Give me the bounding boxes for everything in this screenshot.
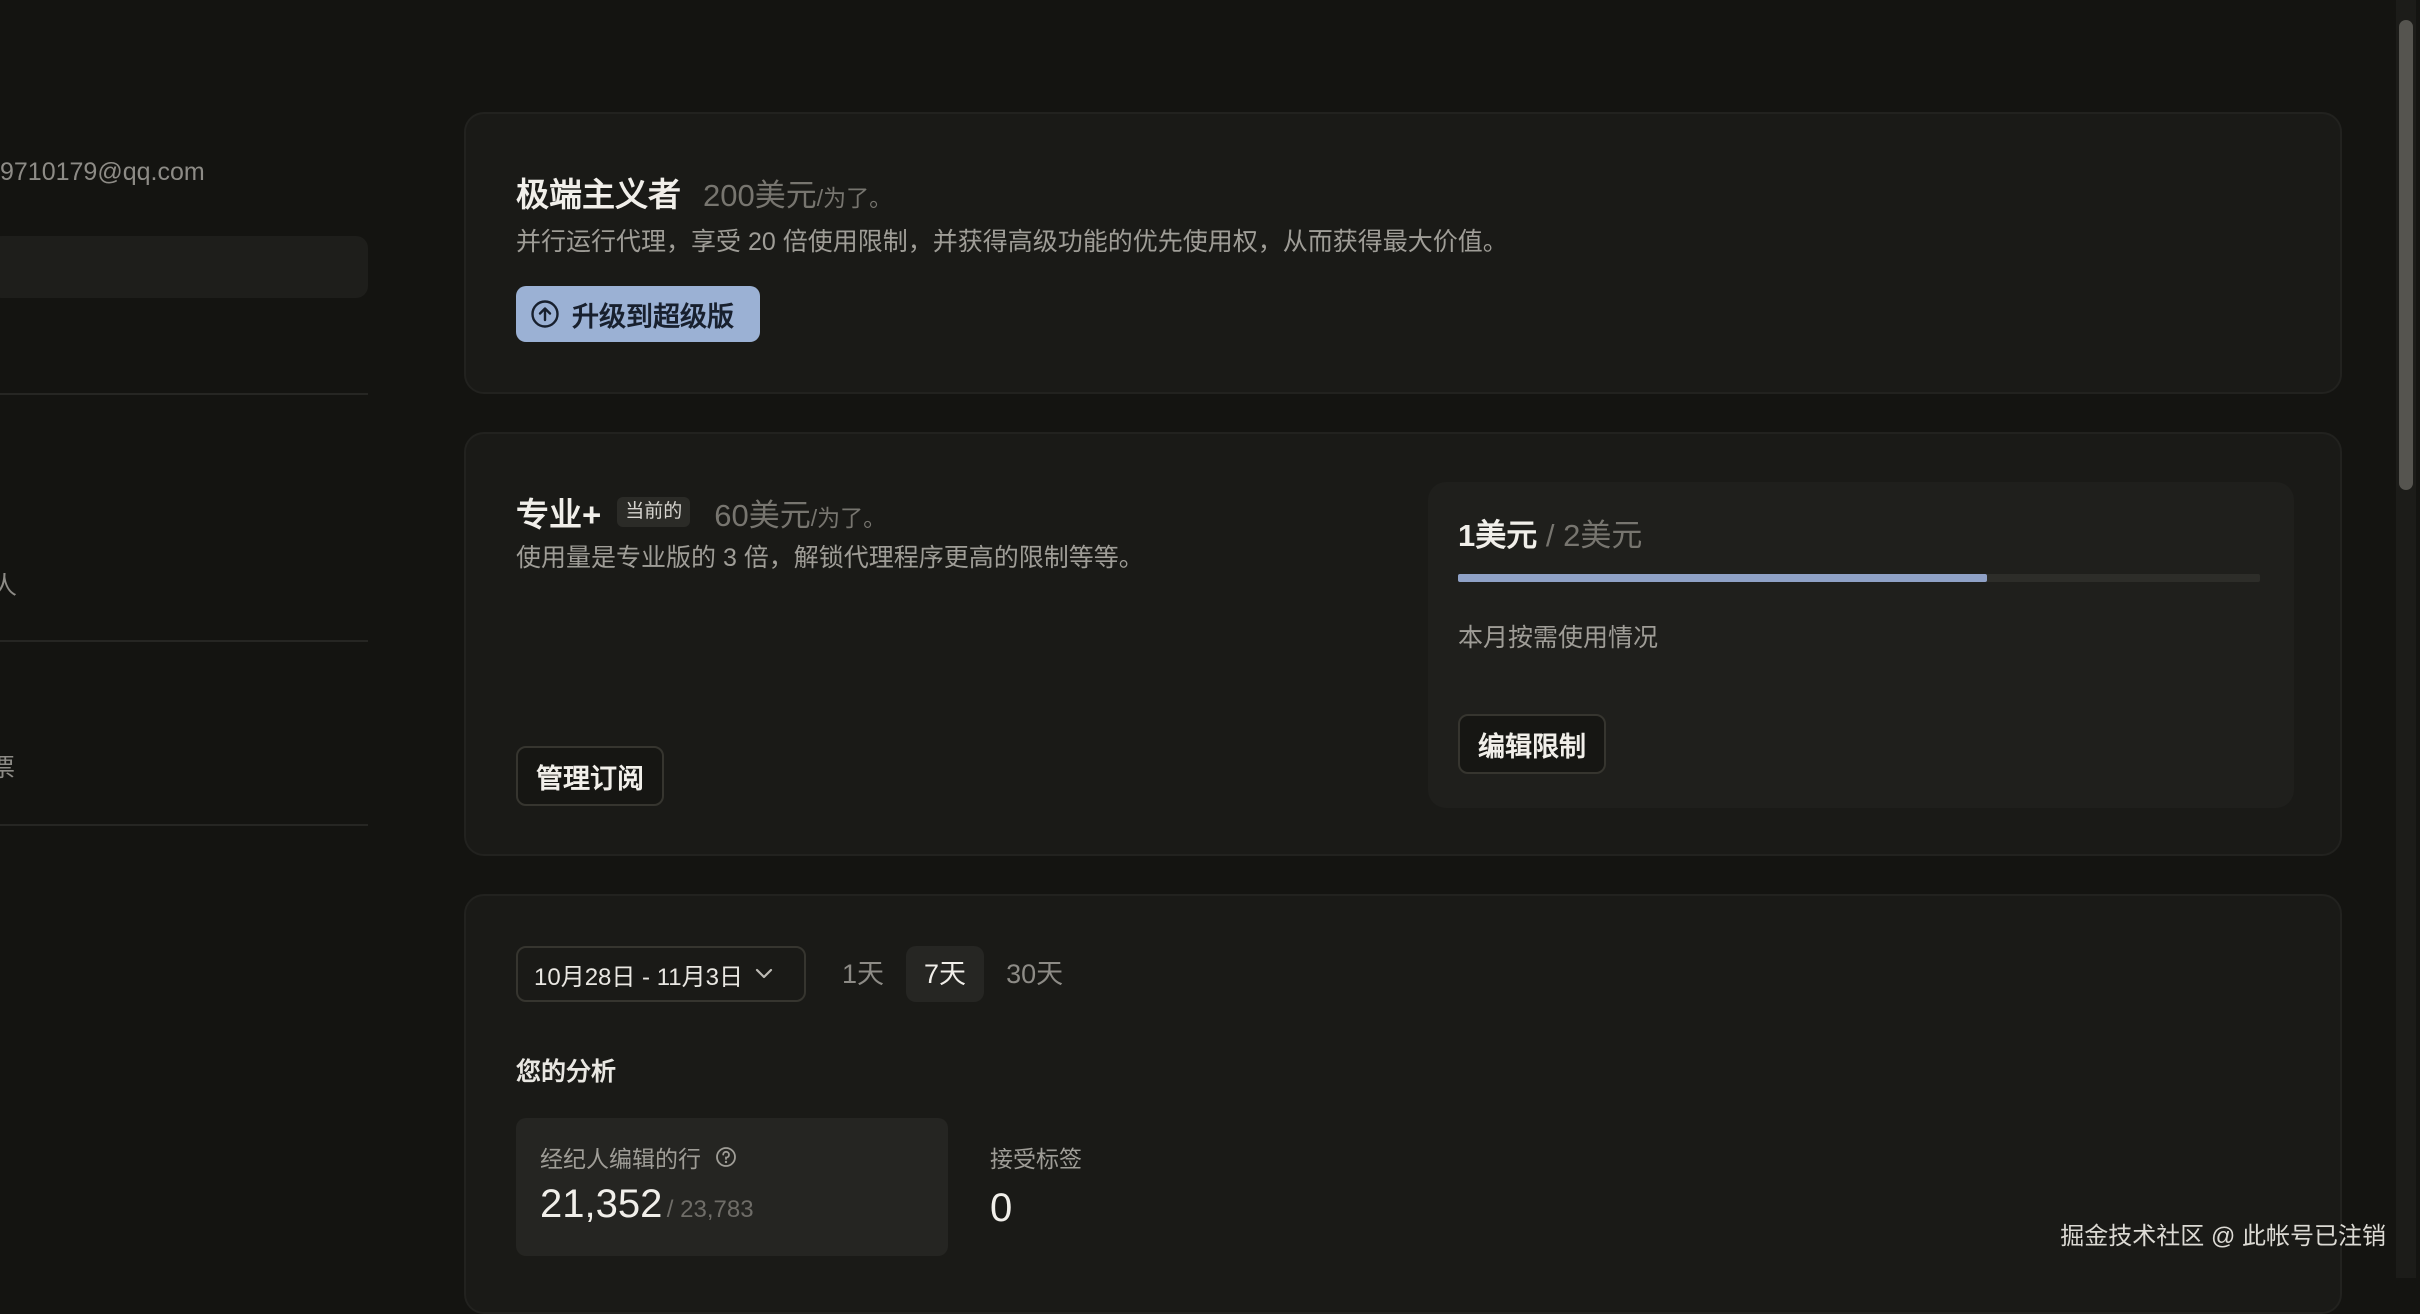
upgrade-to-ultra-button[interactable]: 升级到超级版: [516, 286, 760, 342]
pro-plus-plan-card: 专业+ 当前的 60美元/为了。 使用量是专业版的 3 倍，解锁代理程序更高的限…: [464, 432, 2342, 856]
tab-30-days[interactable]: 30天: [988, 946, 1081, 1002]
usage-progress-fill: [1458, 574, 1988, 582]
account-email: 9710179@qq.com: [0, 158, 205, 186]
usage-progress-bar: [1458, 574, 2260, 582]
chevron-down-icon: [755, 968, 773, 979]
analytics-section-title: 您的分析: [516, 1058, 617, 1086]
plan-title: 专业+: [516, 496, 602, 533]
plan-description: 使用量是专业版的 3 倍，解锁代理程序更高的限制等等。: [516, 544, 1144, 572]
range-tabs: 1天 7天 30天: [824, 946, 1081, 1002]
usage-panel: 1美元 / 2美元 本月按需使用情况 编辑限制: [1428, 482, 2294, 808]
plan-price: 60美元/为了。: [714, 497, 887, 533]
current-plan-badge: 当前的: [617, 497, 691, 527]
sidebar-divider: [0, 824, 368, 826]
analytics-card: 10月28日 - 11月3日 1天 7天 30天 您的分析 经纪人编辑的行 21…: [464, 894, 2342, 1314]
usage-amount: 1美元 / 2美元: [1458, 518, 1643, 553]
tab-1-day[interactable]: 1天: [824, 946, 902, 1002]
date-range-value: 10月28日 - 11月3日: [534, 963, 743, 991]
arrow-up-circle-icon: [531, 300, 559, 328]
help-circle-icon[interactable]: [715, 1146, 737, 1168]
manage-subscription-button[interactable]: 管理订阅: [516, 746, 664, 806]
sidebar-divider: [0, 393, 368, 395]
usage-label: 本月按需使用情况: [1458, 624, 1659, 652]
plan-title: 极端主义者: [516, 176, 681, 213]
date-range-picker[interactable]: 10月28日 - 11月3日: [516, 946, 806, 1002]
sidebar-item-label[interactable]: 人: [0, 566, 17, 602]
ultra-plan-card: 极端主义者 200美元/为了。 并行运行代理，享受 20 倍使用限制，并获得高级…: [464, 112, 2342, 394]
edit-limit-button[interactable]: 编辑限制: [1458, 714, 1606, 774]
stat-value: 21,352 / 23,783: [540, 1182, 754, 1226]
stat-label: 接受标签: [990, 1146, 1082, 1172]
stat-label: 经纪人编辑的行: [540, 1146, 701, 1172]
stat-card-agent-lines: 经纪人编辑的行 21,352 / 23,783: [516, 1118, 948, 1256]
sidebar-divider: [0, 640, 368, 642]
tab-7-days[interactable]: 7天: [906, 946, 985, 1002]
sidebar-item-label[interactable]: 票: [0, 748, 15, 784]
stat-value: 0: [990, 1186, 1013, 1230]
plan-description: 并行运行代理，享受 20 倍使用限制，并获得高级功能的优先使用权，从而获得最大价…: [516, 228, 1508, 256]
plan-price: 200美元/为了。: [703, 178, 893, 213]
upgrade-label: 升级到超级版: [572, 301, 734, 332]
sidebar-active-item[interactable]: [0, 236, 368, 298]
watermark-text: 掘金技术社区 @ 此帐号已注销: [2060, 1223, 2386, 1250]
scrollbar-thumb[interactable]: [2399, 20, 2413, 490]
